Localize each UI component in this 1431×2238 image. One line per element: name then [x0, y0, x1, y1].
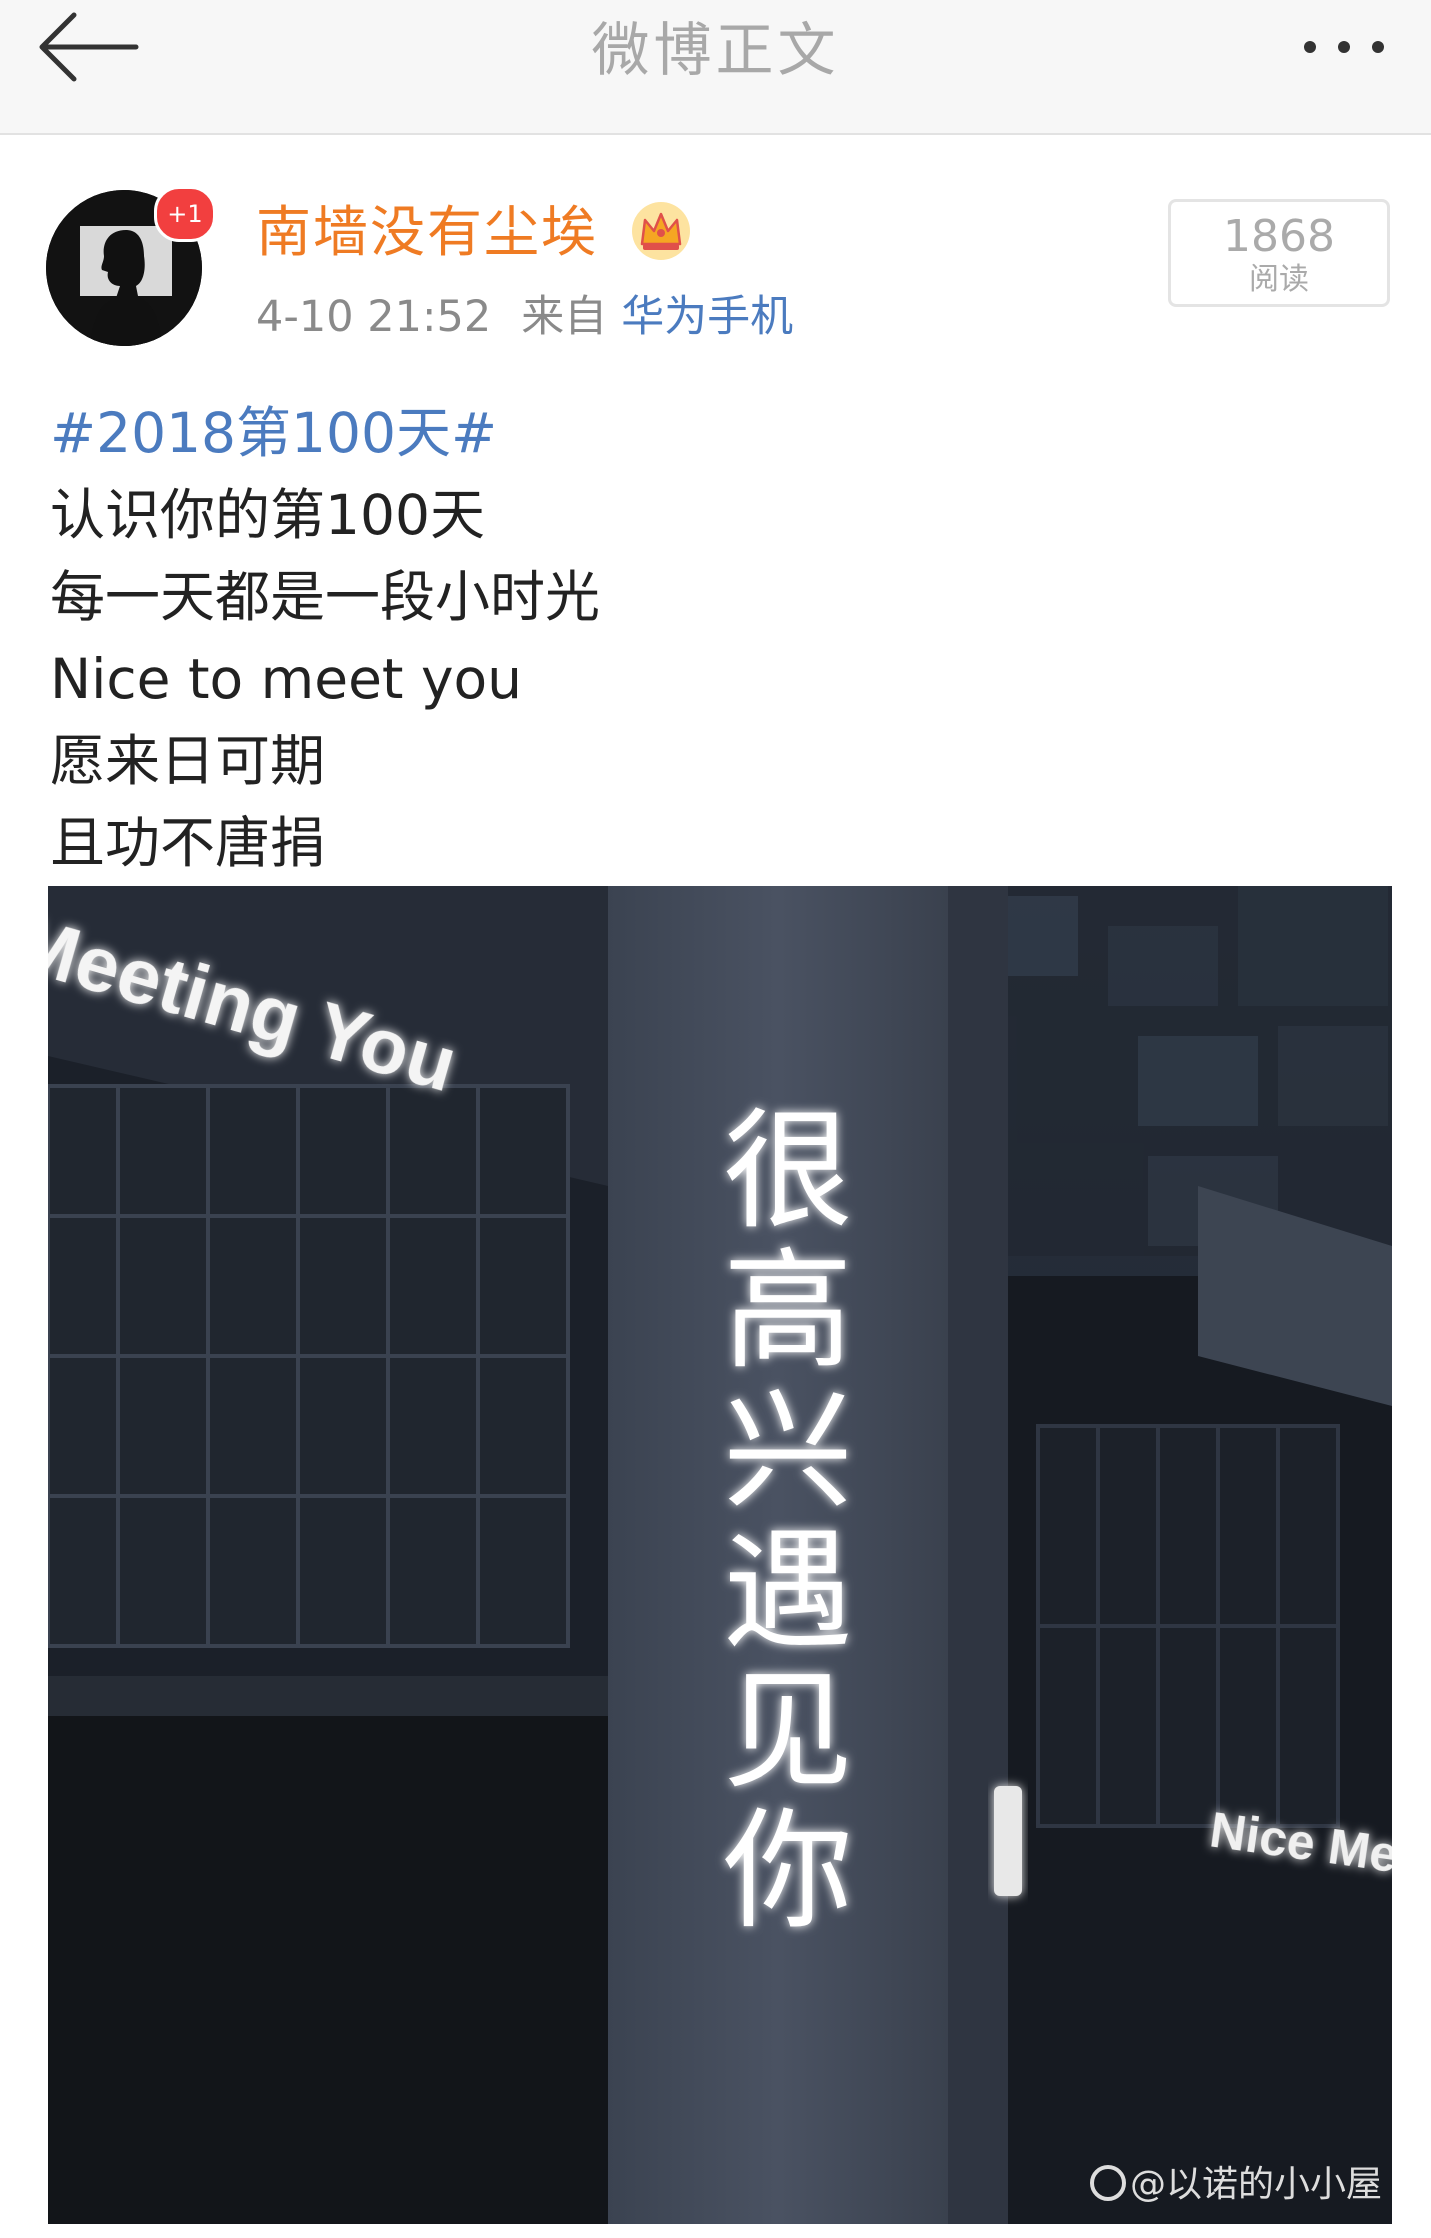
sign-char: 你	[723, 1795, 853, 1947]
sign-char: 很	[723, 1095, 853, 1247]
post-line: Nice to meet you	[50, 647, 523, 711]
sign-char: 见	[723, 1655, 853, 1807]
more-dots-icon	[1304, 41, 1384, 53]
sign-char: 高	[723, 1235, 853, 1387]
post-line: 愿来日可期	[50, 729, 326, 793]
post-line: 且功不唐捐	[50, 811, 326, 875]
read-count: 1868	[1223, 211, 1335, 262]
weibo-watermark: @以诺的小小屋	[1090, 2164, 1382, 2205]
source-prefix: 来自	[521, 292, 608, 342]
author-name[interactable]: 南墙没有尘埃	[256, 196, 598, 268]
post-source-link[interactable]: 华为手机	[621, 292, 793, 342]
sign-char: 兴	[723, 1375, 853, 1527]
sign-char: 遇	[723, 1515, 853, 1667]
post-time: 4-10 21:52	[256, 292, 492, 342]
post-meta: 4-10 21:52 来自 华为手机	[256, 286, 793, 348]
notification-badge: +1	[154, 186, 216, 242]
read-count-box: 1868 阅读	[1168, 199, 1390, 307]
hashtag-link[interactable]: #2018第100天#	[50, 392, 1390, 474]
post-body: #2018第100天# 认识你的第100天 每一天都是一段小时光 Nice to…	[50, 392, 1390, 884]
crown-icon[interactable]	[630, 200, 692, 262]
post-image[interactable]: Meeting You 很 高 兴 遇 见 你 Nice Meetin @以诺的…	[48, 886, 1392, 2224]
post-line: 认识你的第100天	[50, 483, 485, 547]
read-label: 阅读	[1249, 262, 1309, 297]
page-title: 微博正文	[591, 16, 840, 84]
building-photo: Meeting You 很 高 兴 遇 见 你 Nice Meetin @以诺的…	[48, 886, 1392, 2224]
more-button[interactable]	[1291, 0, 1411, 100]
sign-vertical: 很 高 兴 遇 见 你	[723, 1095, 853, 1947]
post-line: 每一天都是一段小时光	[50, 565, 601, 629]
watermark-text: @以诺的小小屋	[1130, 2164, 1382, 2205]
top-navigation-bar: 微博正文	[0, 0, 1431, 135]
